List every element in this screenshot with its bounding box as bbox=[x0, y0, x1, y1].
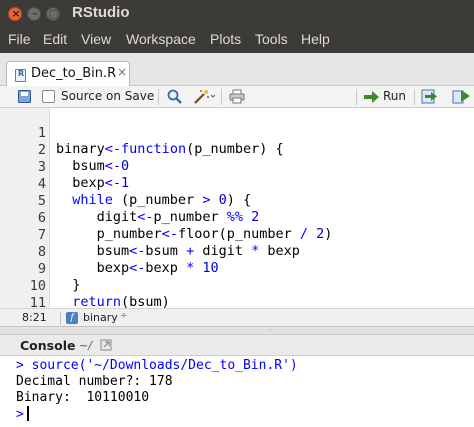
source-icon[interactable] bbox=[452, 88, 472, 105]
code-line: 2 bsum<-0 bbox=[0, 126, 474, 174]
close-icon: × bbox=[11, 7, 21, 20]
code-editor[interactable]: 1 binary<-function(p_number) { 2 bsum<-0… bbox=[0, 108, 474, 308]
console-output[interactable]: > source('~/Downloads/Dec_to_Bin.R') Dec… bbox=[0, 356, 474, 427]
save-icon[interactable] bbox=[18, 90, 31, 103]
code-line: 4 while (p_number > 0) { bbox=[0, 160, 474, 208]
title-bar: × – □ RStudio bbox=[0, 0, 474, 28]
function-icon: f bbox=[66, 312, 78, 324]
function-menu-arrows-icon[interactable]: ÷ bbox=[120, 311, 128, 321]
editor-status-bar: 8:21 f binary ÷ bbox=[0, 308, 474, 327]
maximize-icon: □ bbox=[48, 7, 60, 20]
source-on-save-label: Source on Save bbox=[61, 89, 155, 103]
source-on-save-checkbox[interactable] bbox=[42, 90, 55, 103]
console-output-line: Decimal number?: 178 bbox=[16, 374, 173, 389]
magic-wand-icon[interactable] bbox=[193, 89, 215, 105]
code-line: 3 bexp<-1 bbox=[0, 143, 474, 191]
run-arrow-icon bbox=[364, 91, 379, 103]
toolbar-divider bbox=[356, 89, 357, 105]
menu-workspace[interactable]: Workspace bbox=[126, 31, 196, 47]
code-line: 11 } bbox=[0, 279, 474, 308]
menu-tools[interactable]: Tools bbox=[255, 31, 288, 47]
minimize-icon: – bbox=[32, 7, 38, 20]
editor-tab-strip: Dec_to_Bin.R × bbox=[0, 53, 474, 87]
goto-directory-icon[interactable] bbox=[100, 339, 112, 351]
search-icon[interactable] bbox=[167, 89, 182, 104]
console-working-dir: ~/ bbox=[79, 339, 92, 352]
console-output-line: Binary: 10110010 bbox=[16, 390, 150, 405]
tab-close-icon[interactable]: × bbox=[117, 65, 127, 79]
menu-plots[interactable]: Plots bbox=[210, 31, 241, 47]
toolbar-divider bbox=[414, 89, 415, 105]
code-line: 5 digit<-p_number %% 2 bbox=[0, 177, 474, 225]
code-line: 8 bexp<-bexp * 10 bbox=[0, 228, 474, 276]
text-cursor bbox=[26, 406, 29, 421]
window-title: RStudio bbox=[72, 4, 130, 21]
menu-bar: File Edit View Workspace Plots Tools Hel… bbox=[0, 28, 474, 53]
menu-file[interactable]: File bbox=[8, 31, 31, 47]
print-icon[interactable] bbox=[229, 89, 245, 104]
menu-view[interactable]: View bbox=[81, 31, 111, 47]
code-line: 10 return(bsum) bbox=[0, 262, 474, 308]
toolbar-divider bbox=[158, 89, 159, 105]
cursor-position: 8:21 bbox=[22, 311, 47, 324]
window-minimize-button[interactable]: – bbox=[27, 7, 41, 21]
console-prompt[interactable]: > bbox=[16, 406, 29, 423]
toolbar-divider bbox=[221, 89, 222, 105]
function-name[interactable]: binary bbox=[83, 311, 118, 324]
tab-dec-to-bin[interactable]: Dec_to_Bin.R × bbox=[6, 61, 130, 87]
menu-help[interactable]: Help bbox=[301, 31, 330, 47]
tab-label: Dec_to_Bin.R bbox=[31, 66, 117, 81]
code-line: 6 p_number<-floor(p_number / 2) bbox=[0, 194, 474, 242]
menu-edit[interactable]: Edit bbox=[43, 31, 67, 47]
code-line: 7 bsum<-bsum + digit * bexp bbox=[0, 211, 474, 259]
prompt-symbol: > bbox=[16, 407, 24, 422]
window-close-button[interactable]: × bbox=[8, 7, 22, 21]
console-header: Console ~/ bbox=[0, 334, 474, 356]
editor-toolbar: Source on Save Run bbox=[0, 86, 474, 108]
rerun-icon[interactable] bbox=[421, 88, 441, 105]
run-label: Run bbox=[383, 89, 407, 103]
code-line: 1 binary<-function(p_number) { bbox=[0, 109, 474, 157]
window-maximize-button[interactable]: □ bbox=[46, 7, 60, 21]
console-command-line: > source('~/Downloads/Dec_to_Bin.R') bbox=[16, 358, 298, 373]
splitter-grip-icon[interactable]: ⋯ bbox=[266, 327, 273, 334]
pane-splitter[interactable]: ⋯ bbox=[0, 327, 474, 334]
run-button[interactable]: Run bbox=[362, 88, 410, 106]
code-line: 9 } bbox=[0, 245, 474, 293]
status-divider bbox=[60, 312, 61, 325]
r-file-icon bbox=[15, 69, 26, 82]
console-tab-label[interactable]: Console bbox=[20, 338, 75, 353]
